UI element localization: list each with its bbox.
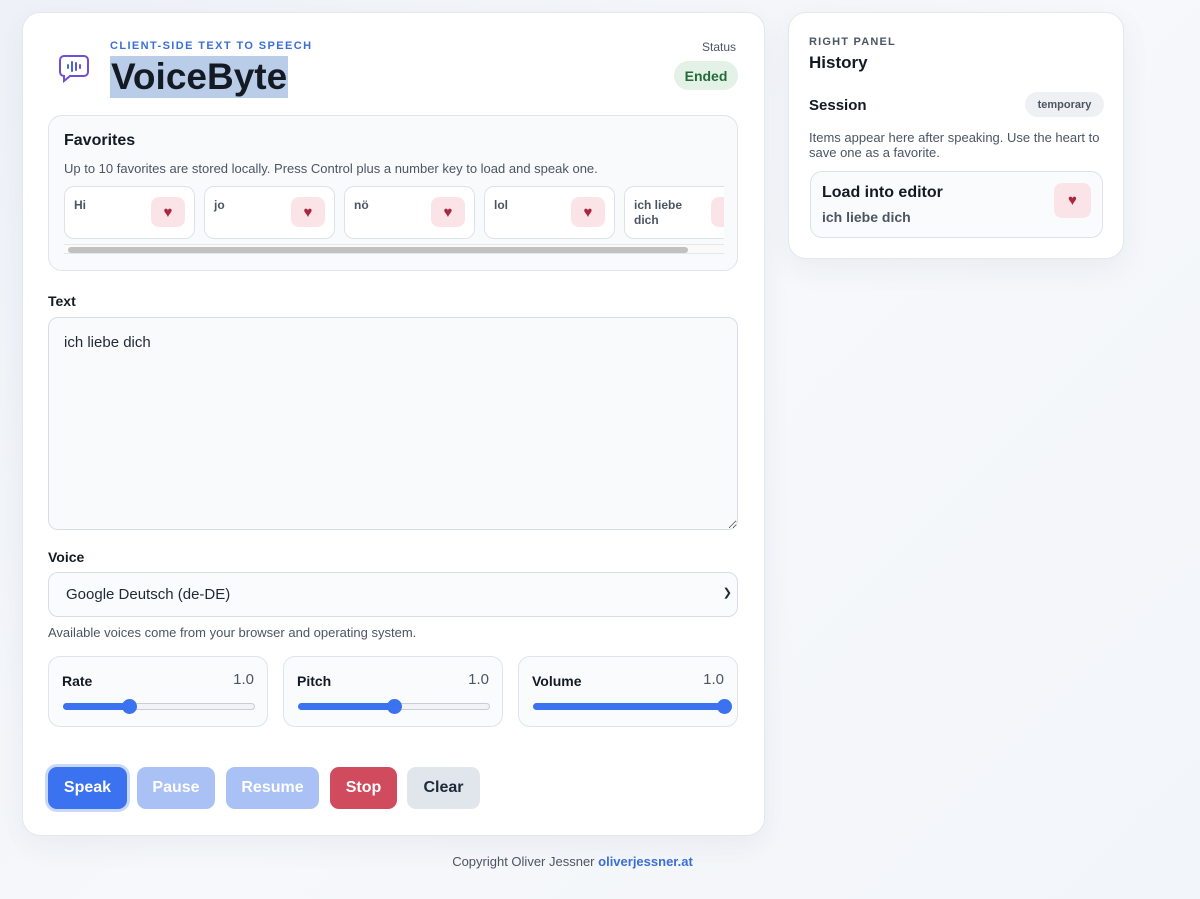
rate-slider[interactable] [63, 699, 255, 714]
favorite-item[interactable]: lol ♥ [484, 186, 615, 239]
voice-selected-value: Google Deutsch (de-DE) [66, 586, 231, 603]
history-title: History [809, 53, 868, 72]
voice-hint: Available voices come from your browser … [48, 625, 417, 640]
heart-icon[interactable]: ♥ [711, 197, 724, 227]
favorites-panel: Favorites Up to 10 favorites are stored … [48, 115, 738, 271]
copyright-text: Copyright Oliver Jessner [452, 854, 595, 869]
history-item-text: ich liebe dich [822, 209, 911, 225]
status-badge: Ended [674, 61, 738, 90]
rate-slider-thumb[interactable] [121, 699, 137, 714]
pitch-control: Pitch 1.0 [283, 656, 503, 727]
app-kicker: CLIENT-SIDE TEXT TO SPEECH [110, 40, 313, 52]
volume-control: Volume 1.0 [518, 656, 738, 727]
voice-label: Voice [48, 549, 85, 565]
stop-button[interactable]: Stop [330, 767, 397, 809]
history-item[interactable]: Load into editor ich liebe dich ♥ [810, 171, 1103, 238]
heart-icon[interactable]: ♥ [431, 197, 465, 227]
pitch-slider-thumb[interactable] [387, 699, 402, 714]
rate-control: Rate 1.0 [48, 656, 268, 727]
history-item-action[interactable]: Load into editor [822, 184, 943, 202]
heart-icon[interactable]: ♥ [571, 197, 605, 227]
rate-slider-fill [63, 703, 130, 710]
panel-kicker: RIGHT PANEL [809, 36, 896, 48]
favorite-text: nö [354, 198, 369, 212]
volume-label: Volume [532, 673, 582, 689]
volume-slider-fill [533, 703, 725, 710]
heart-icon[interactable]: ♥ [151, 197, 185, 227]
pitch-value: 1.0 [468, 671, 489, 688]
session-badge: temporary [1025, 92, 1104, 117]
session-label: Session [809, 97, 867, 114]
speak-button[interactable]: Speak [48, 767, 127, 809]
volume-slider-thumb[interactable] [717, 699, 732, 714]
favorite-item[interactable]: jo ♥ [204, 186, 335, 239]
heart-icon[interactable]: ♥ [291, 197, 325, 227]
favorite-text: ich liebe dich [634, 198, 683, 227]
heart-icon[interactable]: ♥ [1054, 183, 1091, 218]
chevron-down-icon: ❯ [722, 587, 732, 599]
favorites-scrollbar[interactable] [64, 244, 724, 254]
favorite-item[interactable]: nö ♥ [344, 186, 475, 239]
speech-bubble-waveform-icon [59, 55, 89, 83]
status-label: Status [702, 40, 737, 54]
favorites-title: Favorites [64, 132, 136, 149]
volume-slider[interactable] [533, 699, 732, 714]
footer: Copyright Oliver Jessner oliverjessner.a… [0, 854, 1145, 869]
volume-value: 1.0 [703, 671, 724, 688]
favorites-description: Up to 10 favorites are stored locally. P… [64, 161, 598, 176]
clear-button[interactable]: Clear [407, 767, 480, 809]
history-panel: RIGHT PANEL History Session temporary It… [788, 12, 1124, 259]
pitch-label: Pitch [297, 673, 332, 689]
app-title: VoiceByte [110, 56, 289, 98]
scrollbar-thumb[interactable] [68, 247, 688, 253]
favorite-text: Hi [74, 198, 86, 212]
pitch-slider[interactable] [298, 699, 490, 714]
text-label: Text [48, 293, 76, 309]
favorite-item[interactable]: ich liebe dich ♥ [624, 186, 724, 239]
favorite-text: lol [494, 198, 508, 212]
voice-select[interactable]: Google Deutsch (de-DE) ❯ [48, 572, 738, 617]
favorite-text: jo [214, 198, 225, 212]
author-link[interactable]: oliverjessner.at [598, 854, 693, 869]
rate-value: 1.0 [233, 671, 254, 688]
resume-button[interactable]: Resume [226, 767, 319, 809]
favorite-item[interactable]: Hi ♥ [64, 186, 195, 239]
pitch-slider-fill [298, 703, 395, 710]
text-input[interactable] [48, 317, 738, 530]
rate-label: Rate [62, 673, 93, 689]
history-description: Items appear here after speaking. Use th… [809, 130, 1100, 160]
pause-button[interactable]: Pause [137, 767, 215, 809]
favorites-strip[interactable]: Hi ♥ jo ♥ nö ♥ lol ♥ ich liebe dich ♥ [64, 186, 724, 256]
